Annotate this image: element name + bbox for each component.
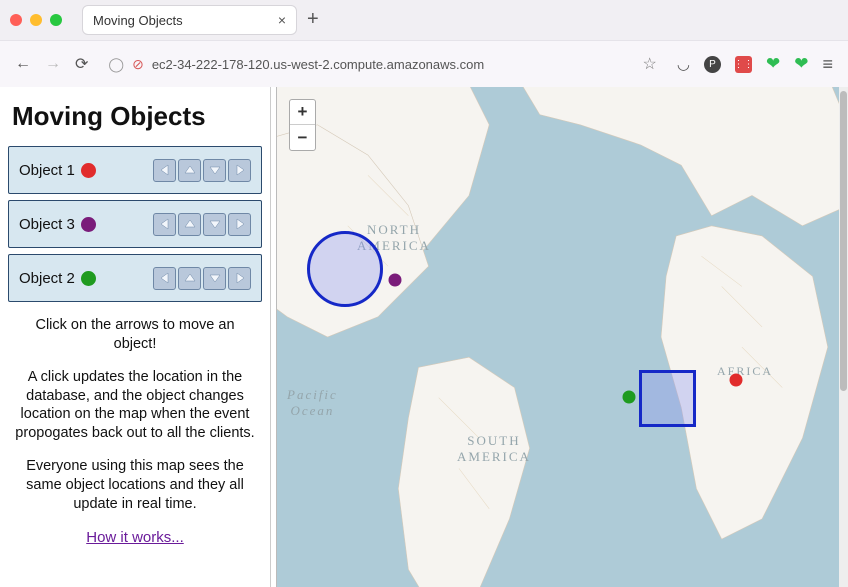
object-row: Object 2 bbox=[8, 254, 262, 302]
map-label-africa: AFRICA bbox=[717, 364, 773, 378]
page-content: Moving Objects Object 1Object 3Object 2 … bbox=[0, 87, 848, 587]
scrollbar-thumb[interactable] bbox=[840, 91, 847, 391]
map-point[interactable] bbox=[730, 374, 743, 387]
browser-toolbar: ← → ⟳ ◯ ⊘ ec2-34-222-178-120.us-west-2.c… bbox=[0, 40, 848, 87]
move-up-button[interactable] bbox=[178, 267, 201, 290]
map-point[interactable] bbox=[389, 274, 402, 287]
move-down-button[interactable] bbox=[203, 267, 226, 290]
instructions: Click on the arrows to move an object! A… bbox=[8, 316, 262, 547]
browser-chrome: Moving Objects × + ← → ⟳ ◯ ⊘ ec2-34-222-… bbox=[0, 0, 848, 87]
zoom-control: + − bbox=[289, 99, 316, 151]
object-row: Object 1 bbox=[8, 146, 262, 194]
map[interactable]: + − NORTHAMERICA SOUTHAMERICA AFRICA Pac… bbox=[276, 87, 848, 587]
window-close-button[interactable] bbox=[10, 14, 22, 26]
pocket-icon[interactable]: ◡ bbox=[677, 55, 690, 73]
extension-shield2-icon[interactable]: ❤ bbox=[794, 54, 808, 74]
insecure-icon: ⊘ bbox=[132, 56, 144, 73]
move-right-button[interactable] bbox=[228, 267, 251, 290]
move-right-button[interactable] bbox=[228, 159, 251, 182]
bookmark-star-icon[interactable]: ☆ bbox=[643, 54, 657, 74]
new-tab-button[interactable]: + bbox=[307, 9, 319, 31]
how-it-works-link[interactable]: How it works... bbox=[86, 529, 184, 546]
move-left-button[interactable] bbox=[153, 159, 176, 182]
reload-button[interactable]: ⟳ bbox=[75, 54, 88, 74]
menu-button[interactable]: ≡ bbox=[822, 54, 833, 75]
titlebar: Moving Objects × + bbox=[0, 0, 848, 40]
move-up-button[interactable] bbox=[178, 213, 201, 236]
map-shape-circle[interactable] bbox=[307, 231, 383, 307]
instruction-line: Everyone using this map sees the same ob… bbox=[14, 457, 256, 514]
move-left-button[interactable] bbox=[153, 213, 176, 236]
zoom-out-button[interactable]: − bbox=[290, 125, 315, 150]
extension-shield1-icon[interactable]: ❤ bbox=[766, 54, 780, 74]
sidebar: Moving Objects Object 1Object 3Object 2 … bbox=[0, 87, 270, 587]
page-title: Moving Objects bbox=[12, 101, 262, 132]
instruction-line: A click updates the location in the data… bbox=[14, 368, 256, 443]
move-down-button[interactable] bbox=[203, 213, 226, 236]
window-min-button[interactable] bbox=[30, 14, 42, 26]
tab-close-button[interactable]: × bbox=[278, 13, 286, 27]
url-text: ec2-34-222-178-120.us-west-2.compute.ama… bbox=[152, 57, 635, 72]
move-right-button[interactable] bbox=[228, 213, 251, 236]
object-color-dot bbox=[81, 163, 96, 178]
object-color-dot bbox=[81, 217, 96, 232]
back-button[interactable]: ← bbox=[15, 55, 31, 73]
object-color-dot bbox=[81, 271, 96, 286]
tab-title: Moving Objects bbox=[93, 13, 183, 28]
extension-red-icon[interactable]: ⋮⋮ bbox=[735, 56, 752, 73]
map-shape-square[interactable] bbox=[639, 370, 696, 427]
object-label: Object 1 bbox=[19, 162, 75, 179]
move-down-button[interactable] bbox=[203, 159, 226, 182]
extension-p-icon[interactable]: P bbox=[704, 56, 721, 73]
window-controls bbox=[10, 14, 62, 26]
map-point[interactable] bbox=[623, 391, 636, 404]
url-bar[interactable]: ◯ ⊘ ec2-34-222-178-120.us-west-2.compute… bbox=[102, 54, 662, 74]
arrow-group bbox=[153, 267, 251, 290]
map-label-pacific: PacificOcean bbox=[287, 387, 338, 418]
tracking-shield-icon[interactable]: ◯ bbox=[108, 56, 124, 73]
object-label: Object 2 bbox=[19, 270, 75, 287]
move-left-button[interactable] bbox=[153, 267, 176, 290]
zoom-in-button[interactable]: + bbox=[290, 100, 315, 125]
map-canvas bbox=[277, 87, 848, 587]
move-up-button[interactable] bbox=[178, 159, 201, 182]
browser-tab[interactable]: Moving Objects × bbox=[82, 5, 297, 35]
scrollbar[interactable] bbox=[839, 87, 848, 587]
forward-button[interactable]: → bbox=[45, 55, 61, 73]
window-max-button[interactable] bbox=[50, 14, 62, 26]
arrow-group bbox=[153, 213, 251, 236]
instruction-line: Click on the arrows to move an object! bbox=[14, 316, 256, 354]
map-label-south-america: SOUTHAMERICA bbox=[457, 433, 531, 464]
object-row: Object 3 bbox=[8, 200, 262, 248]
arrow-group bbox=[153, 159, 251, 182]
object-label: Object 3 bbox=[19, 216, 75, 233]
